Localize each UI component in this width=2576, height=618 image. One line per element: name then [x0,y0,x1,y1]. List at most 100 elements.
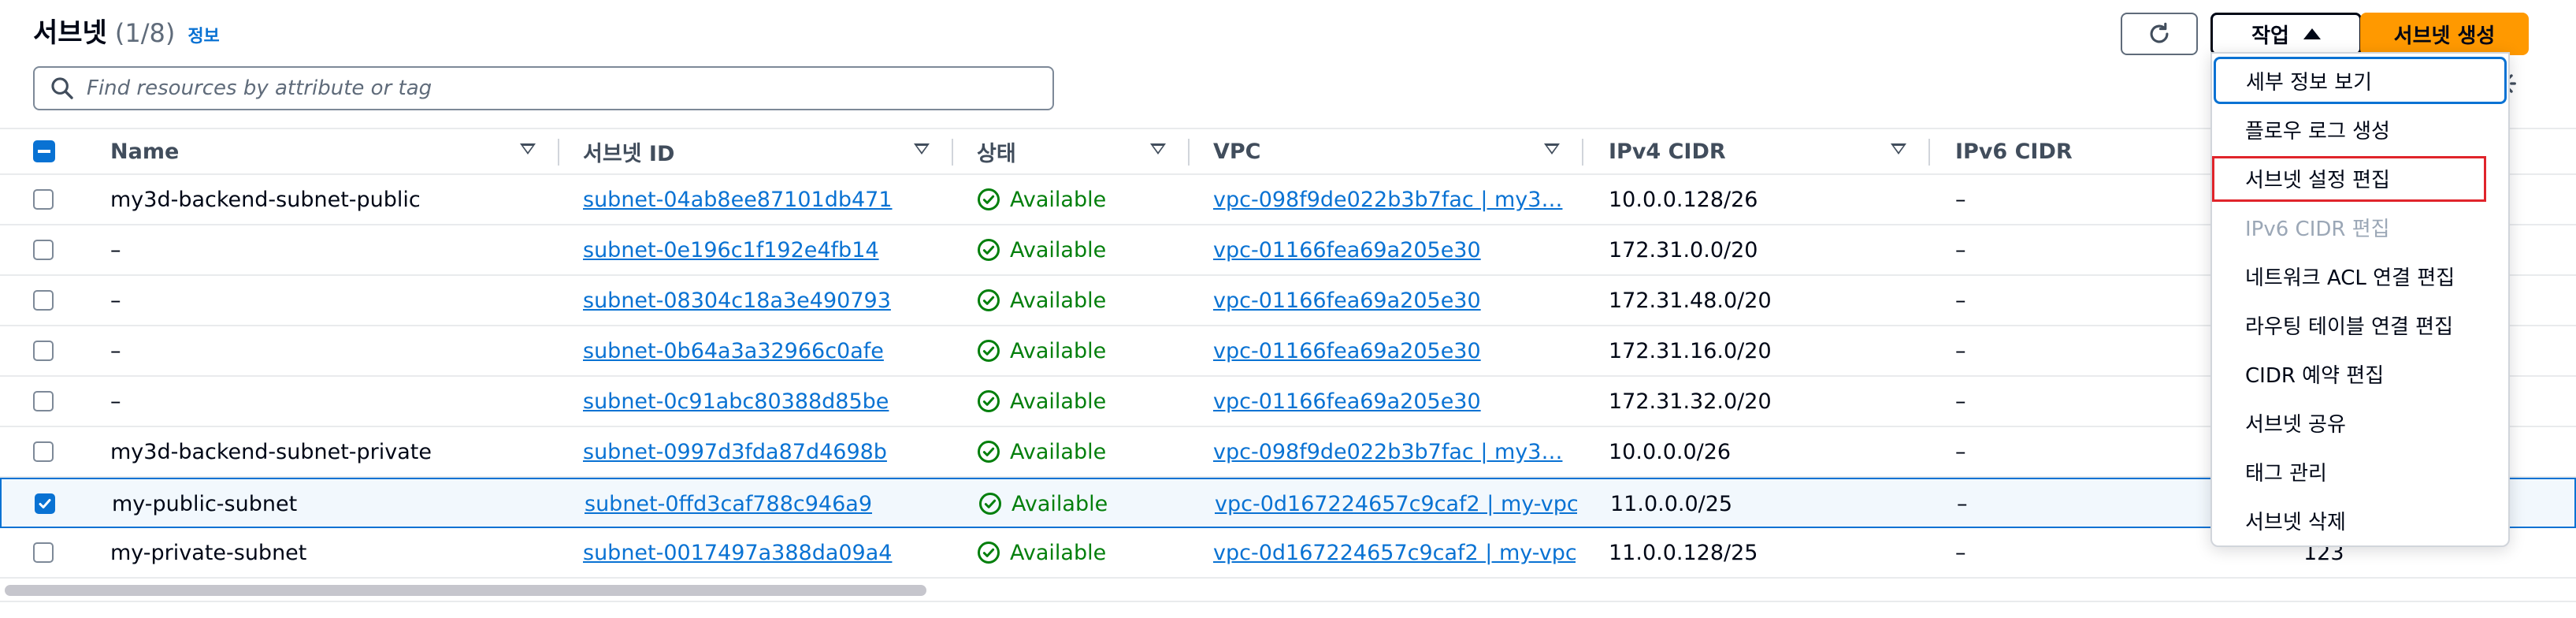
column-divider[interactable] [1582,139,1583,166]
column-header-state[interactable]: 상태 [977,129,1016,173]
page-title: 서브넷 [33,17,107,49]
cell-ipv6-cidr: – [1955,389,1966,414]
status-success-icon [979,493,1001,515]
cell-vpc-link[interactable]: vpc-01166fea69a205e30 [1213,225,1576,274]
row-checkbox[interactable] [33,189,54,210]
row-checkbox[interactable] [35,493,55,514]
sort-icon[interactable] [520,143,536,154]
row-checkbox[interactable] [33,441,54,462]
divider [0,601,2576,602]
status-success-icon [978,340,1000,362]
status-success-icon [978,188,1000,210]
cell-ipv6-cidr: – [1957,491,1968,516]
table-row[interactable]: – subnet-0c91abc80388d85be Available vpc-01… [0,377,2576,427]
row-checkbox[interactable] [33,391,54,411]
cell-vpc-link[interactable]: vpc-01166fea69a205e30 [1213,377,1576,426]
menu-item[interactable]: 네트워크 ACL 연결 편집 [2212,252,2508,300]
cell-vpc-link[interactable]: vpc-098f9de022b3b7fac | my3… [1213,175,1576,224]
table-row[interactable]: my-private-subnet subnet-0017497a388da09a… [0,528,2576,579]
cell-state: Available [977,225,1182,274]
create-subnet-button[interactable]: 서브넷 생성 [2360,13,2529,55]
menu-item[interactable]: 태그 관리 [2212,448,2508,495]
cell-subnet-id-link[interactable]: subnet-0ffd3caf788c946a9 [585,479,947,528]
row-checkbox[interactable] [33,240,54,260]
cell-vpc-link[interactable]: vpc-0d167224657c9caf2 | my-vpc [1215,479,1577,528]
cell-name: my-public-subnet [112,491,298,516]
search-icon [51,77,73,99]
sort-icon[interactable] [1891,143,1906,154]
menu-item: IPv6 CIDR 편집 [2245,217,2390,241]
column-header-ipv4-cidr[interactable]: IPv4 CIDR [1609,129,1726,173]
cell-state: Available [977,276,1182,325]
menu-item[interactable]: 서브넷 설정 편집 [2212,154,2508,202]
cell-vpc-link[interactable]: vpc-0d167224657c9caf2 | my-vpc [1213,528,1576,577]
cell-ipv4-cidr: 11.0.0.128/25 [1609,540,1758,565]
cell-vpc-link[interactable]: vpc-01166fea69a205e30 [1213,276,1576,325]
table-row[interactable]: – subnet-08304c18a3e490793 Available vpc-01… [0,276,2576,326]
checkmark-icon [39,499,51,508]
cell-ipv4-cidr: 10.0.0.0/26 [1609,439,1732,464]
sort-icon[interactable] [1150,143,1166,154]
status-text: Available [1010,389,1107,414]
cell-vpc-link[interactable]: vpc-098f9de022b3b7fac | my3… [1213,427,1576,476]
status-success-icon [978,390,1000,412]
actions-button-label: 작업 [2251,24,2289,48]
menu-item[interactable]: 라우팅 테이블 연결 편집 [2212,301,2508,348]
sort-icon[interactable] [914,143,930,154]
cell-name: my3d-backend-subnet-private [110,439,432,464]
menu-item[interactable]: CIDR 예약 편집 [2212,350,2508,397]
row-checkbox[interactable] [33,341,54,361]
cell-subnet-id-link[interactable]: subnet-0b64a3a32966c0afe [583,326,945,375]
cell-ipv6-cidr: – [1955,540,1966,565]
cell-subnet-id-link[interactable]: subnet-0997d3fda87d4698b [583,427,945,476]
horizontal-scrollbar[interactable] [5,585,926,596]
info-link[interactable]: 정보 [187,22,219,47]
menu-item[interactable]: 세부 정보 보기 [2214,57,2507,104]
cell-subnet-id-link[interactable]: subnet-0017497a388da09a4 [583,528,945,577]
refresh-icon [2150,22,2169,43]
menu-item[interactable]: 서브넷 공유 [2212,399,2508,446]
row-checkbox[interactable] [33,290,54,311]
status-text: Available [1010,288,1107,313]
search-bar[interactable] [33,66,1054,110]
cell-ipv4-cidr: 172.31.32.0/20 [1609,389,1772,414]
cell-subnet-id-link[interactable]: subnet-04ab8ee87101db471 [583,175,945,224]
actions-button[interactable]: 작업 [2210,13,2362,55]
selection-count: (1/8) [114,18,176,48]
sort-icon[interactable] [1544,143,1560,154]
table-row[interactable]: – subnet-0e196c1f192e4fb14 Available vpc-01… [0,225,2576,276]
column-divider[interactable] [952,139,953,166]
column-divider[interactable] [1928,139,1930,166]
cell-ipv4-cidr: 172.31.16.0/20 [1609,338,1772,363]
column-header-name[interactable]: Name [110,129,179,173]
search-input[interactable] [85,76,1034,101]
table-row[interactable]: – subnet-0b64a3a32966c0afe Available vpc-01… [0,326,2576,377]
column-header-subnet-id[interactable]: 서브넷 ID [583,129,674,173]
status-text: Available [1010,540,1107,565]
column-divider[interactable] [558,139,559,166]
column-header-vpc[interactable]: VPC [1213,129,1261,173]
menu-item[interactable]: 플로우 로그 생성 [2212,106,2508,153]
row-checkbox[interactable] [33,542,54,563]
cell-ipv4-cidr: 172.31.0.0/20 [1609,237,1758,262]
column-header-ipv6-cidr[interactable]: IPv6 CIDR [1955,129,2073,173]
cell-ipv4-cidr: 11.0.0.0/25 [1610,491,1733,516]
cell-subnet-id-link[interactable]: subnet-0e196c1f192e4fb14 [583,225,945,274]
menu-item[interactable]: 서브넷 삭제 [2212,497,2508,544]
cell-subnet-id-link[interactable]: subnet-0c91abc80388d85be [583,377,945,426]
refresh-button[interactable] [2121,13,2198,55]
status-text: Available [1010,187,1107,212]
select-all-checkbox[interactable] [33,140,55,162]
cell-ipv4-cidr: 172.31.48.0/20 [1609,288,1772,313]
cell-vpc-link[interactable]: vpc-01166fea69a205e30 [1213,326,1576,375]
cell-ipv6-cidr: – [1955,439,1966,464]
table-row[interactable]: my3d-backend-subnet-public subnet-04ab8ee… [0,175,2576,225]
cell-ipv6-cidr: – [1955,338,1966,363]
create-subnet-label: 서브넷 생성 [2393,24,2496,48]
cell-state: Available [977,326,1182,375]
cell-name: – [110,237,121,262]
table-row[interactable]: my3d-backend-subnet-private subnet-0997d3… [0,427,2576,478]
table-row[interactable]: my-public-subnet subnet-0ffd3caf788c946a9… [0,478,2576,528]
cell-subnet-id-link[interactable]: subnet-08304c18a3e490793 [583,276,945,325]
column-divider[interactable] [1188,139,1190,166]
